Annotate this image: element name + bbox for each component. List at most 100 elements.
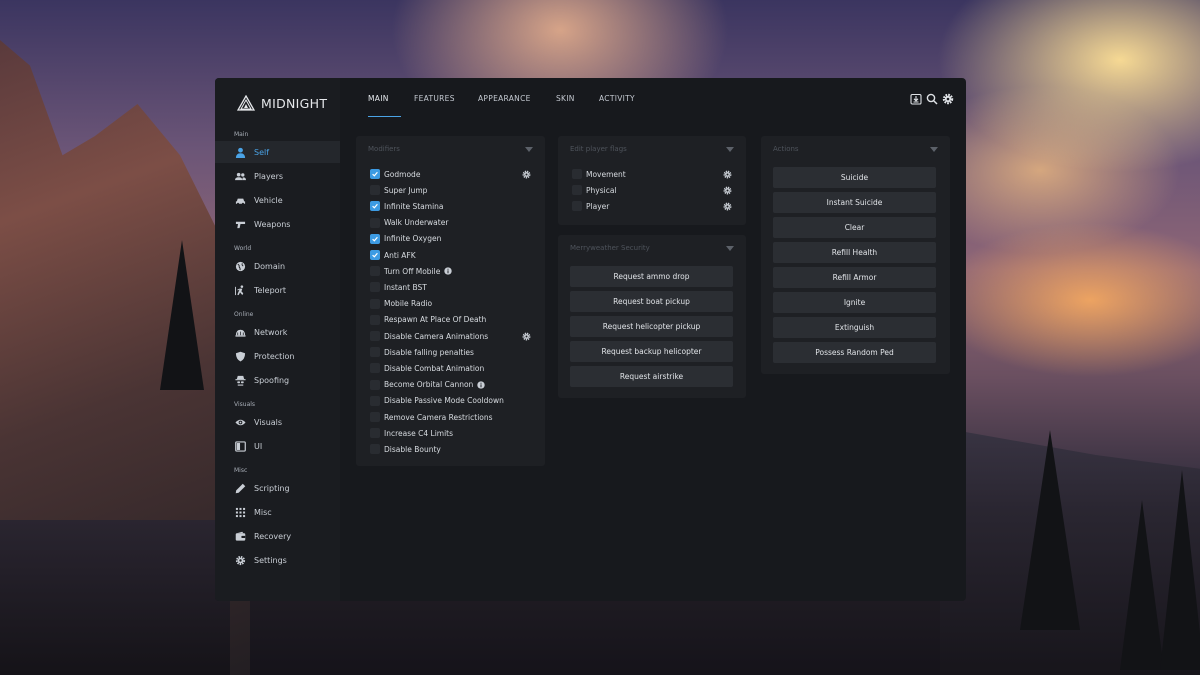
- gear-icon[interactable]: [941, 92, 954, 105]
- sidebar-item-recovery[interactable]: Recovery: [215, 525, 340, 547]
- download-icon[interactable]: [909, 92, 922, 105]
- toggle-super-jump[interactable]: Super Jump: [370, 184, 427, 196]
- checkbox[interactable]: [370, 379, 380, 390]
- collapse-caret-icon[interactable]: [525, 147, 533, 152]
- toggle-disable-combat-animation[interactable]: Disable Combat Animation: [370, 362, 484, 374]
- refill-armor-button[interactable]: Refill Armor: [773, 267, 936, 288]
- sidebar-item-ui[interactable]: UI: [215, 435, 340, 457]
- sidebar-item-scripting[interactable]: Scripting: [215, 477, 340, 499]
- toggle-mobile-radio[interactable]: Mobile Radio: [370, 298, 432, 310]
- tab-features[interactable]: FEATURES: [414, 94, 455, 103]
- toggle-movement[interactable]: Movement: [572, 168, 626, 180]
- toggle-infinite-oxygen[interactable]: Infinite Oxygen: [370, 233, 441, 245]
- gear-icon[interactable]: [522, 170, 531, 179]
- request-backup-helicopter-button[interactable]: Request backup helicopter: [570, 341, 733, 362]
- mod-menu-window: MIDNIGHT Main Self Players Vehicle Weapo…: [215, 78, 966, 601]
- gear-icon[interactable]: [723, 202, 732, 211]
- toggle-label: Disable Passive Mode Cooldown: [384, 396, 504, 406]
- info-icon[interactable]: [444, 267, 453, 275]
- checkbox-checked[interactable]: [370, 233, 380, 244]
- toggle-increase-c4-limits[interactable]: Increase C4 Limits: [370, 427, 453, 439]
- sidebar-item-visuals[interactable]: Visuals: [215, 411, 340, 433]
- toggle-label: Become Orbital Cannon: [384, 380, 474, 390]
- toggle-anti-afk[interactable]: Anti AFK: [370, 249, 416, 261]
- sidebar-item-protection[interactable]: Protection: [215, 345, 340, 367]
- refill-health-button[interactable]: Refill Health: [773, 242, 936, 263]
- clear-button[interactable]: Clear: [773, 217, 936, 238]
- gear-icon[interactable]: [522, 332, 531, 341]
- tab-appearance[interactable]: APPEARANCE: [478, 94, 531, 103]
- merryweather-header[interactable]: Merryweather Security: [570, 244, 734, 254]
- gear-icon[interactable]: [723, 186, 732, 195]
- modifiers-header[interactable]: Modifiers: [368, 145, 533, 155]
- search-icon[interactable]: [925, 92, 938, 105]
- checkbox-checked[interactable]: [370, 250, 380, 260]
- section-label-online: Online: [234, 311, 254, 318]
- checkbox[interactable]: [370, 395, 380, 406]
- collapse-caret-icon[interactable]: [930, 147, 938, 152]
- sidebar-item-settings[interactable]: Settings: [215, 549, 340, 571]
- tab-skin[interactable]: SKIN: [556, 94, 575, 103]
- collapse-caret-icon[interactable]: [726, 246, 734, 251]
- tab-activity[interactable]: ACTIVITY: [599, 94, 635, 103]
- sidebar-item-players[interactable]: Players: [215, 165, 340, 187]
- gear-icon[interactable]: [723, 170, 732, 179]
- collapse-caret-icon[interactable]: [726, 147, 734, 152]
- checkbox[interactable]: [370, 347, 380, 358]
- checkbox[interactable]: [370, 266, 380, 277]
- toggle-disable-passive-mode-cooldown[interactable]: Disable Passive Mode Cooldown: [370, 395, 504, 407]
- toggle-godmode[interactable]: Godmode: [370, 168, 420, 180]
- request-airstrike-button[interactable]: Request airstrike: [570, 366, 733, 387]
- checkbox[interactable]: [370, 444, 380, 455]
- sidebar-item-vehicle[interactable]: Vehicle: [215, 189, 340, 211]
- network-icon: [235, 327, 246, 338]
- checkbox[interactable]: [370, 412, 380, 422]
- toggle-turn-off-mobile[interactable]: Turn Off Mobile: [370, 265, 453, 277]
- toggle-become-orbital-cannon[interactable]: Become Orbital Cannon: [370, 379, 485, 391]
- toggle-infinite-stamina[interactable]: Infinite Stamina: [370, 200, 444, 212]
- checkbox[interactable]: [370, 331, 380, 341]
- toggle-disable-camera-animations[interactable]: Disable Camera Animations: [370, 330, 488, 342]
- checkbox[interactable]: [370, 298, 380, 309]
- checkbox[interactable]: [572, 169, 582, 179]
- possess-random-ped-button[interactable]: Possess Random Ped: [773, 342, 936, 363]
- sidebar-item-weapons[interactable]: Weapons: [215, 213, 340, 235]
- toggle-label: Walk Underwater: [384, 218, 449, 228]
- checkbox[interactable]: [370, 314, 380, 325]
- sidebar-item-domain[interactable]: Domain: [215, 255, 340, 277]
- checkbox[interactable]: [572, 201, 582, 212]
- extinguish-button[interactable]: Extinguish: [773, 317, 936, 338]
- sidebar-item-spoofing[interactable]: Spoofing: [215, 369, 340, 391]
- checkbox[interactable]: [572, 185, 582, 196]
- toggle-walk-underwater[interactable]: Walk Underwater: [370, 217, 448, 229]
- request-ammo-drop-button[interactable]: Request ammo drop: [570, 266, 733, 287]
- tab-main[interactable]: MAIN: [368, 94, 389, 103]
- actions-header[interactable]: Actions: [773, 145, 938, 155]
- toggle-remove-camera-restrictions[interactable]: Remove Camera Restrictions: [370, 411, 493, 423]
- toggle-disable-falling-penalties[interactable]: Disable falling penalties: [370, 346, 474, 358]
- toggle-respawn-at-place-of-death[interactable]: Respawn At Place Of Death: [370, 314, 486, 326]
- suicide-button[interactable]: Suicide: [773, 167, 936, 188]
- sidebar-item-teleport[interactable]: Teleport: [215, 279, 340, 301]
- ignite-button[interactable]: Ignite: [773, 292, 936, 313]
- request-boat-pickup-button[interactable]: Request boat pickup: [570, 291, 733, 312]
- player-flags-header[interactable]: Edit player flags: [570, 145, 734, 155]
- checkbox-checked[interactable]: [370, 169, 380, 179]
- toggle-physical[interactable]: Physical: [572, 184, 617, 196]
- checkbox[interactable]: [370, 217, 380, 228]
- checkbox-checked[interactable]: [370, 201, 380, 212]
- sidebar-item-misc[interactable]: Misc: [215, 501, 340, 523]
- toggle-instant-bst[interactable]: Instant BST: [370, 281, 427, 293]
- checkbox[interactable]: [370, 282, 380, 293]
- sidebar-item-self[interactable]: Self: [215, 141, 340, 163]
- shield-icon: [235, 351, 246, 362]
- sidebar-item-network[interactable]: Network: [215, 321, 340, 343]
- request-helicopter-pickup-button[interactable]: Request helicopter pickup: [570, 316, 733, 337]
- toggle-disable-bounty[interactable]: Disable Bounty: [370, 443, 441, 455]
- checkbox[interactable]: [370, 428, 380, 439]
- checkbox[interactable]: [370, 363, 380, 374]
- checkbox[interactable]: [370, 185, 380, 196]
- instant-suicide-button[interactable]: Instant Suicide: [773, 192, 936, 213]
- toggle-player[interactable]: Player: [572, 200, 609, 212]
- info-icon[interactable]: [477, 380, 485, 389]
